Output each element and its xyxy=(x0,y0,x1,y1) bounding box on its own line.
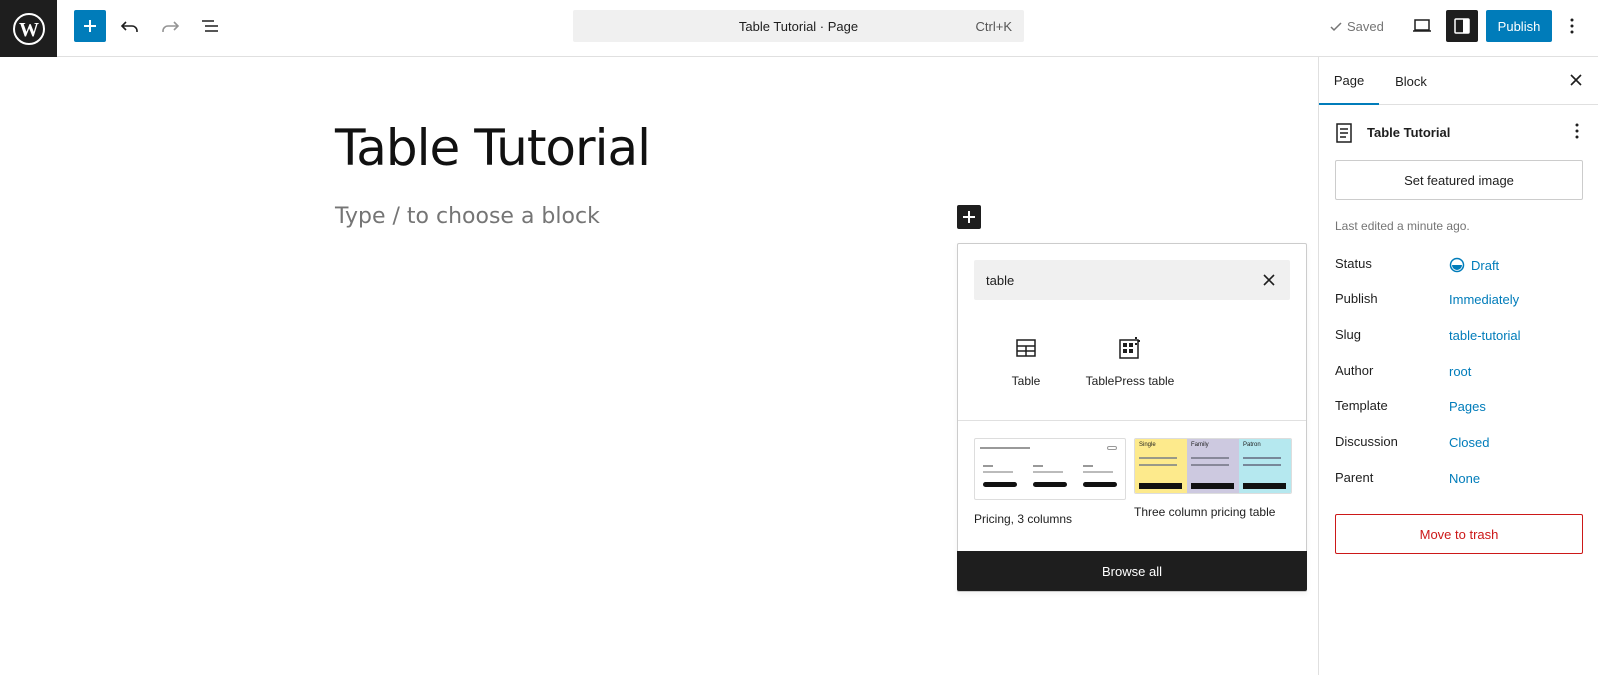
more-vertical-icon xyxy=(1575,123,1579,139)
document-summary: Table Tutorial xyxy=(1335,121,1583,145)
document-actions-button[interactable] xyxy=(1575,123,1579,142)
settings-toggle-button[interactable] xyxy=(1446,10,1478,42)
row-value[interactable]: None xyxy=(1449,471,1480,486)
saved-indicator: Saved xyxy=(1329,19,1384,34)
row-value[interactable]: Immediately xyxy=(1449,292,1519,307)
svg-text:W: W xyxy=(19,19,39,41)
document-title: Table Tutorial xyxy=(1367,125,1451,140)
quick-inserter-popover: table Table TablePress table Pricing, 3 … xyxy=(957,243,1307,592)
document-title: Table Tutorial · Page xyxy=(738,19,859,34)
keyboard-shortcut: Ctrl+K xyxy=(975,19,1012,34)
more-vertical-icon xyxy=(1570,18,1574,34)
pattern-pricing-3-columns[interactable]: Pricing, 3 columns xyxy=(974,438,1126,526)
block-search-input[interactable]: table xyxy=(974,260,1290,300)
close-icon xyxy=(1263,274,1275,286)
publish-button[interactable]: Publish xyxy=(1486,10,1552,42)
pattern-column: Family xyxy=(1187,439,1239,493)
saved-label: Saved xyxy=(1347,19,1384,34)
desktop-icon xyxy=(1413,19,1431,32)
preview-button[interactable] xyxy=(1406,10,1438,42)
row-value[interactable]: Pages xyxy=(1449,399,1486,414)
page-icon xyxy=(1336,123,1352,143)
block-option-table[interactable]: Table xyxy=(974,334,1078,388)
plus-icon xyxy=(963,211,975,223)
move-to-trash-button[interactable]: Move to trash xyxy=(1335,514,1583,554)
browse-all-button[interactable]: Browse all xyxy=(957,551,1307,591)
row-label: Template xyxy=(1335,398,1388,413)
redo-icon xyxy=(162,21,180,32)
last-edited-text: Last edited a minute ago. xyxy=(1335,219,1470,233)
row-label: Publish xyxy=(1335,291,1378,306)
list-view-icon xyxy=(202,20,218,32)
pattern-column: Single xyxy=(1135,439,1187,493)
close-icon xyxy=(1570,74,1582,86)
block-option-label: TablePress table xyxy=(1085,374,1175,388)
pattern-column: Patron xyxy=(1239,439,1291,493)
check-icon xyxy=(1330,21,1342,31)
set-featured-image-button[interactable]: Set featured image xyxy=(1335,160,1583,200)
settings-sidebar: Page Block Table Tutorial Set featured i… xyxy=(1318,57,1598,675)
table-icon xyxy=(974,334,1078,362)
row-slug: Slug table-tutorial xyxy=(1335,323,1583,347)
row-label: Parent xyxy=(1335,470,1374,485)
row-label: Author xyxy=(1335,363,1374,378)
close-sidebar-button[interactable] xyxy=(1567,71,1585,94)
tab-block[interactable]: Block xyxy=(1379,57,1443,105)
plus-icon xyxy=(84,20,96,32)
row-label: Status xyxy=(1335,256,1372,271)
row-parent: Parent None xyxy=(1335,466,1583,490)
pattern-label: Pricing, 3 columns xyxy=(974,512,1073,526)
inline-inserter-button[interactable] xyxy=(957,205,981,229)
row-value[interactable]: root xyxy=(1449,364,1471,379)
post-title[interactable]: Table Tutorial xyxy=(335,119,651,177)
row-label: Slug xyxy=(1335,327,1362,342)
pattern-preview xyxy=(974,438,1126,500)
undo-button[interactable] xyxy=(114,10,146,42)
block-option-label: Table xyxy=(1011,374,1041,388)
tab-page[interactable]: Page xyxy=(1319,57,1379,105)
search-value: table xyxy=(986,273,1015,288)
row-label: Discussion xyxy=(1335,434,1398,449)
row-value[interactable]: Closed xyxy=(1449,435,1489,450)
pattern-label: Three column pricing table xyxy=(1134,505,1276,519)
wordpress-icon: W xyxy=(12,12,45,45)
tablepress-icon xyxy=(1078,334,1182,362)
editor-header: W Table Tutorial · Page Ctrl+K Saved Pub… xyxy=(0,0,1598,57)
options-menu-button[interactable] xyxy=(1560,10,1584,42)
row-value: Draft xyxy=(1471,257,1500,273)
draft-status-icon xyxy=(1449,257,1465,273)
divider xyxy=(958,420,1306,421)
wordpress-logo-button[interactable]: W xyxy=(0,0,57,57)
row-author: Author root xyxy=(1335,359,1583,383)
row-discussion: Discussion Closed xyxy=(1335,430,1583,454)
row-status: Status Draft xyxy=(1335,252,1583,276)
status-toggle[interactable]: Draft xyxy=(1449,257,1499,273)
pattern-preview: Single Family Patron xyxy=(1134,438,1292,494)
block-option-tablepress[interactable]: TablePress table xyxy=(1078,334,1182,388)
block-inserter-toggle[interactable] xyxy=(74,10,106,42)
sidebar-icon xyxy=(1454,18,1470,34)
pattern-three-column-pricing-table[interactable]: Single Family Patron Three column pricin… xyxy=(1134,438,1292,519)
empty-block-placeholder[interactable]: Type / to choose a block xyxy=(335,204,600,229)
clear-search-button[interactable] xyxy=(1260,271,1278,292)
editor-canvas[interactable]: Table Tutorial Type / to choose a block … xyxy=(0,57,1318,675)
row-template: Template Pages xyxy=(1335,394,1583,418)
document-overview-button[interactable] xyxy=(194,10,226,42)
sidebar-tabs: Page Block xyxy=(1319,57,1598,105)
command-palette-bar[interactable]: Table Tutorial · Page Ctrl+K xyxy=(573,10,1024,42)
redo-button[interactable] xyxy=(154,10,186,42)
row-publish: Publish Immediately xyxy=(1335,287,1583,311)
undo-icon xyxy=(120,21,138,32)
row-value[interactable]: table-tutorial xyxy=(1449,328,1521,343)
